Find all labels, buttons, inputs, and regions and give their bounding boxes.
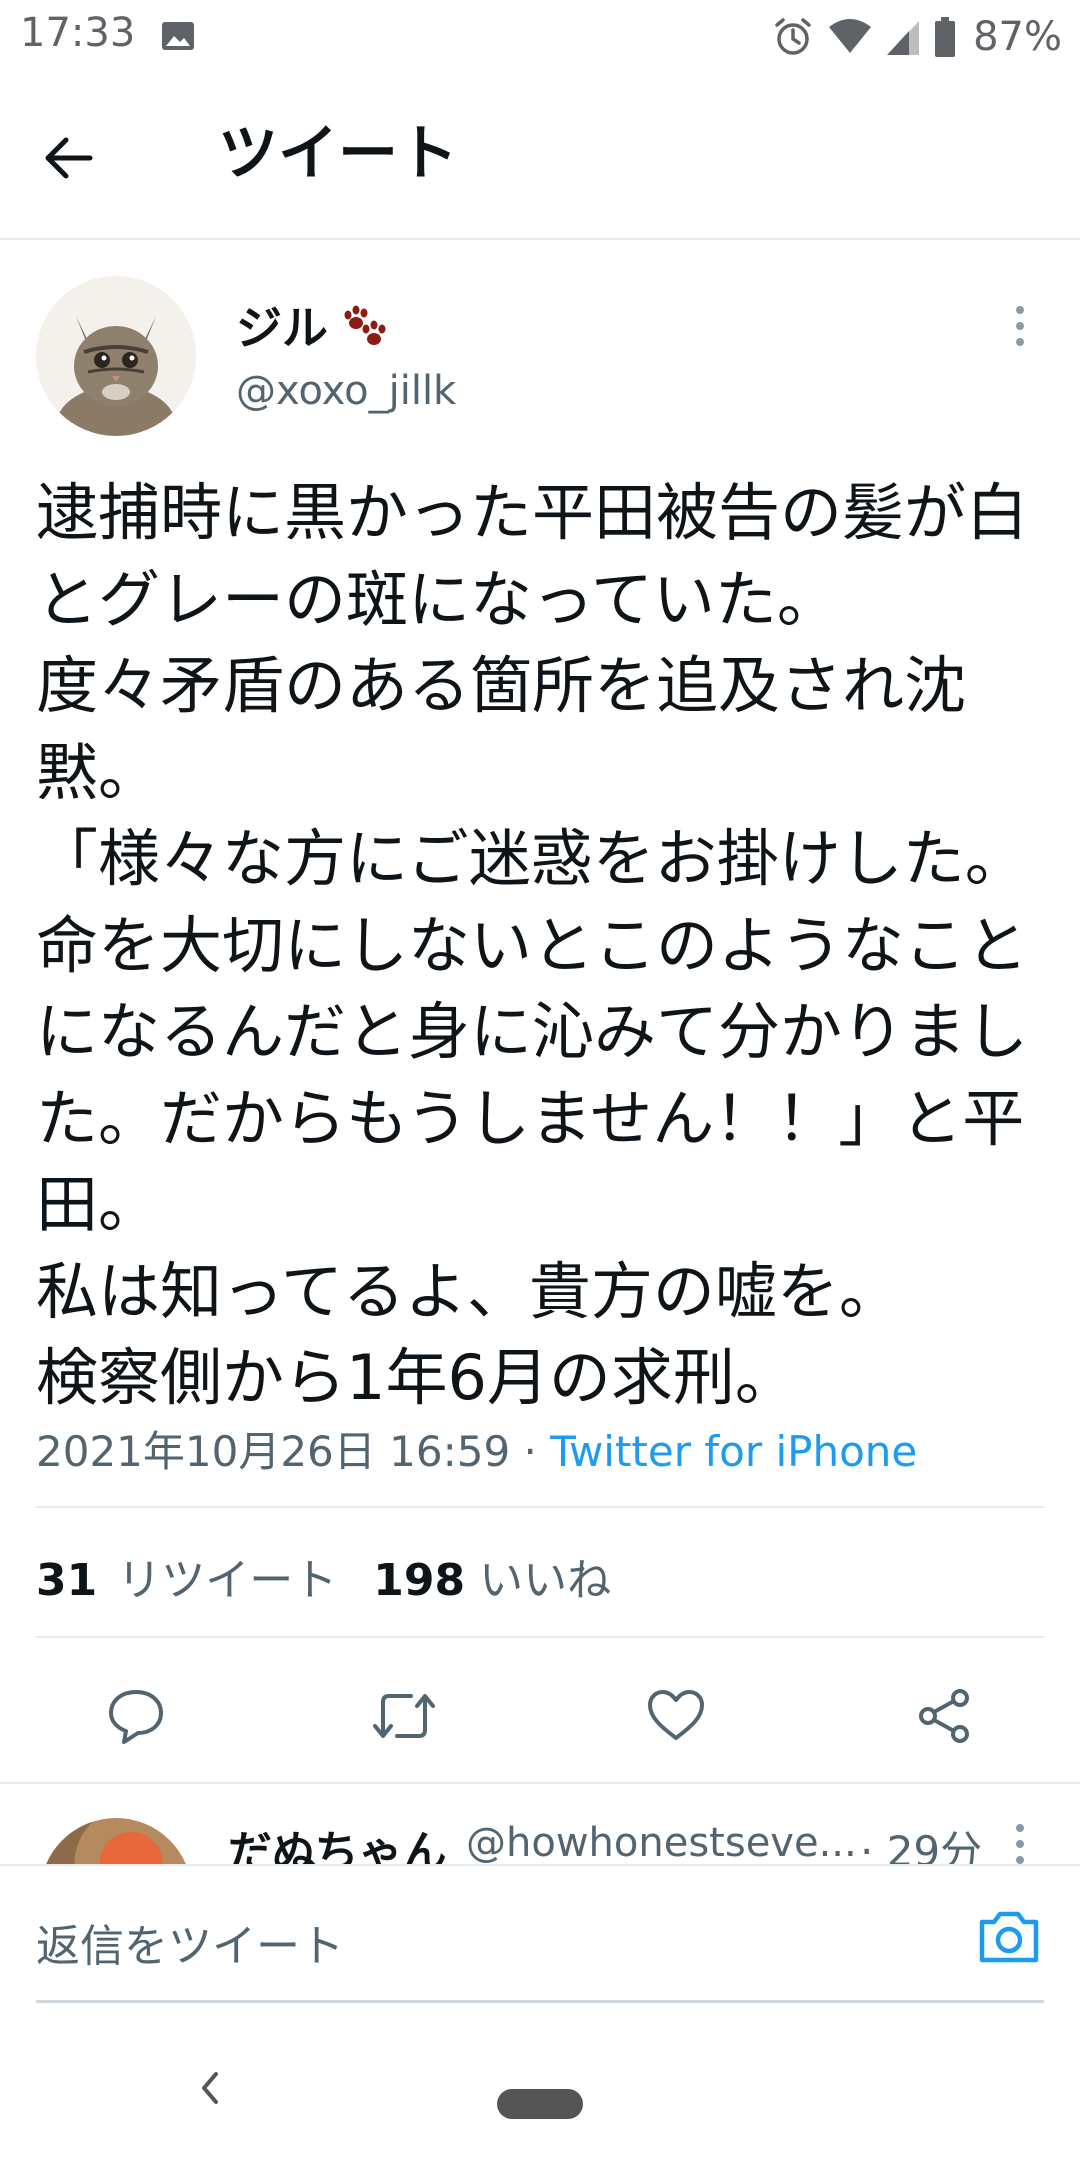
chevron-left-icon <box>202 2072 218 2104</box>
camera-icon <box>979 1911 1039 1963</box>
divider <box>36 1506 1044 1508</box>
paw-prints-icon <box>344 305 386 345</box>
nav-back-button[interactable] <box>190 2058 230 2118</box>
like-button[interactable] <box>640 1680 712 1752</box>
page-title: ツイート <box>218 119 458 189</box>
tweet-detail-screen: 17:33 87% ツイート ジル @xoxo_jillk 逮捕時に黒かった平田… <box>0 0 1080 2160</box>
like-count[interactable]: 198 <box>373 1555 465 1606</box>
nav-home-pill[interactable] <box>497 2089 583 2119</box>
like-label[interactable]: いいね <box>479 1544 611 1608</box>
retweet-button[interactable] <box>368 1680 440 1752</box>
system-nav-bar <box>0 2016 1080 2160</box>
gallery-icon <box>160 18 196 54</box>
back-button[interactable] <box>40 120 130 196</box>
reply-input[interactable]: 返信をツイート <box>36 1910 344 1974</box>
alarm-icon <box>771 15 815 59</box>
tweet-text: 逮捕時に黒かった平田被告の髪が白とグレーの斑になっていた。 度々矛盾のある箇所を… <box>36 476 1029 1414</box>
author-name[interactable]: ジル <box>236 292 390 358</box>
more-options-button[interactable] <box>1000 300 1040 356</box>
status-bar: 17:33 87% <box>0 0 1080 72</box>
battery-icon <box>933 15 957 59</box>
app-header: ツイート <box>0 72 1080 240</box>
tweet-actions <box>0 1670 1080 1760</box>
status-time: 17:33 <box>20 10 136 56</box>
compose-underline <box>36 2000 1044 2003</box>
divider <box>36 1636 1044 1638</box>
reply-icon <box>109 1690 163 1744</box>
more-vertical-icon <box>1016 1824 1024 1864</box>
reply-button[interactable] <box>100 1680 172 1752</box>
author-avatar[interactable] <box>36 276 196 436</box>
arrow-left-icon <box>45 137 93 179</box>
author-name-text: ジル <box>236 301 328 355</box>
wifi-icon <box>827 17 873 57</box>
camera-button[interactable] <box>976 1906 1042 1966</box>
heart-icon <box>648 1690 704 1740</box>
tweet-date[interactable]: 2021年10月26日 16:59 <box>36 1427 510 1476</box>
meta-separator: · <box>510 1427 551 1476</box>
retweet-icon <box>373 1694 435 1738</box>
battery-percent: 87% <box>973 14 1062 60</box>
reply-compose-bar: 返信をツイート <box>0 1864 1080 2004</box>
retweet-count[interactable]: 31 <box>36 1555 97 1606</box>
reply-author-handle[interactable]: @howhonestseve... <box>466 1820 857 1866</box>
status-icons: 87% <box>771 10 1062 64</box>
tweet-meta: 2021年10月26日 16:59 · Twitter for iPhone <box>36 1418 917 1479</box>
retweet-label[interactable]: リツイート <box>117 1544 337 1608</box>
tweet-source-link[interactable]: Twitter for iPhone <box>550 1427 917 1476</box>
author-handle[interactable]: @xoxo_jillk <box>236 368 456 414</box>
share-icon <box>919 1689 969 1743</box>
signal-icon <box>885 17 921 57</box>
engagement-counts: 31 リツイート 198 いいね <box>36 1544 611 1608</box>
more-vertical-icon <box>1016 306 1024 346</box>
reply-more-button[interactable] <box>1000 1820 1040 1870</box>
divider <box>0 1782 1080 1784</box>
cat-avatar-image <box>36 276 196 436</box>
share-button[interactable] <box>908 1680 980 1752</box>
